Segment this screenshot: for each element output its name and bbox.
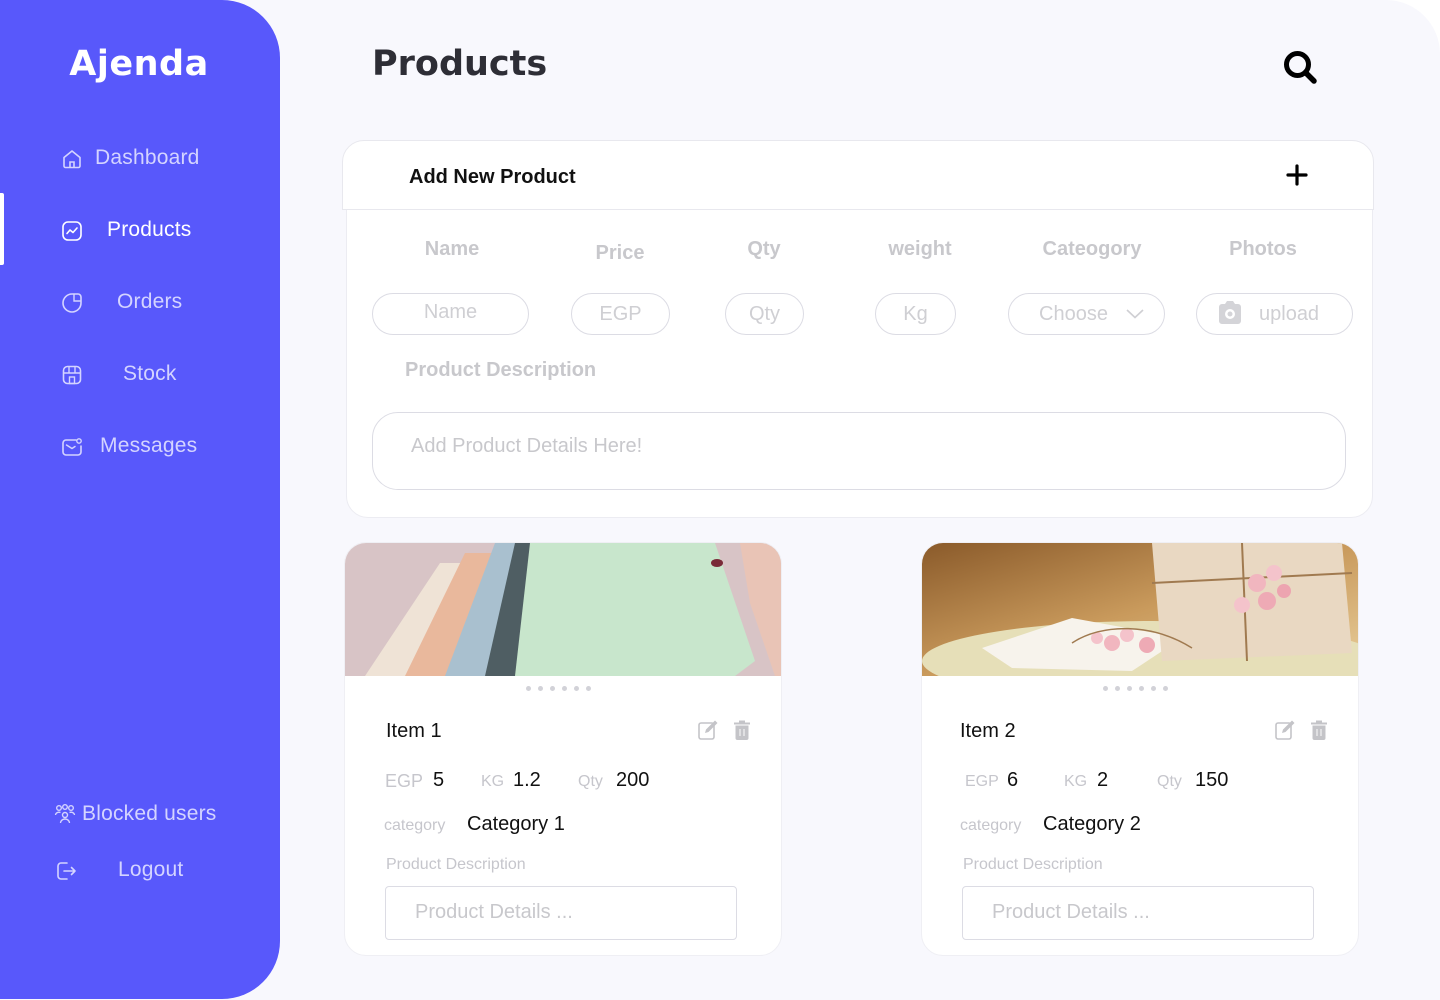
category-label: Cateogory (1042, 238, 1142, 260)
home-icon (63, 150, 81, 169)
sidebar-item-logout[interactable]: Logout (0, 856, 280, 906)
upload-label: upload (1259, 303, 1320, 325)
users-icon (54, 804, 76, 824)
add-product-title: Add New Product (409, 166, 576, 188)
sidebar-item-label: Orders (117, 290, 183, 313)
sidebar-item-label: Products (107, 218, 192, 241)
name-input[interactable]: Name (372, 293, 529, 335)
qty-input[interactable]: Qty (725, 293, 804, 335)
pie-icon (62, 293, 82, 313)
chart-icon (62, 221, 82, 241)
sidebar-item-stock[interactable]: Stock (0, 360, 280, 410)
sidebar-item-label: Messages (100, 434, 198, 457)
upload-button[interactable]: upload (1196, 293, 1353, 335)
product-details-placeholder: Product Details ... (415, 901, 573, 923)
weight-label: weight (888, 238, 952, 260)
weight-value: 1.2 (513, 769, 541, 791)
sidebar-item-label: Blocked users (82, 802, 217, 825)
product-card: Item 1 EGP 5 KG 1.2 Qty 200 category Cat… (344, 542, 782, 956)
sidebar-item-label: Stock (123, 362, 177, 385)
qty-label: Qty (578, 773, 603, 790)
product-card: Item 2 EGP 6 KG 2 Qty 150 category Categ… (921, 542, 1359, 956)
sidebar-item-dashboard[interactable]: Dashboard (0, 144, 280, 194)
sidebar: Ajenda Dashboard Products Orders Stock M… (0, 0, 280, 999)
category-value: Category 2 (1043, 813, 1141, 835)
product-image (922, 543, 1358, 676)
price-value: 5 (433, 769, 445, 791)
image-carousel-dots[interactable] (526, 686, 591, 692)
weight-input[interactable]: Kg (875, 293, 956, 335)
sidebar-item-blocked-users[interactable]: Blocked users (0, 800, 280, 850)
price-unit: EGP (965, 773, 999, 790)
search-icon[interactable] (1280, 47, 1320, 87)
image-carousel-dots[interactable] (1103, 686, 1168, 692)
product-description-placeholder: Add Product Details Here! (411, 435, 643, 457)
sidebar-item-messages[interactable]: Messages (0, 432, 280, 482)
qty-value: 150 (1195, 769, 1229, 791)
qty-value: 200 (616, 769, 650, 791)
product-description-label: Product Description (963, 856, 1103, 873)
trash-icon[interactable] (1308, 719, 1330, 741)
edit-icon[interactable] (1274, 719, 1296, 741)
category-select-value: Choose (1039, 303, 1108, 325)
sidebar-item-products[interactable]: Products (0, 216, 280, 266)
price-unit: EGP (385, 771, 424, 791)
photos-label: Photos (1229, 238, 1297, 260)
camera-icon (1219, 301, 1241, 324)
page-title: Products (372, 44, 548, 84)
product-description-label: Product Description (386, 856, 526, 873)
name-label: Name (424, 238, 480, 260)
plus-icon[interactable] (1283, 161, 1311, 189)
product-name: Item 1 (386, 720, 442, 742)
qty-label: Qty (1157, 773, 1182, 790)
category-label: category (960, 817, 1022, 834)
sidebar-item-label: Logout (118, 858, 184, 881)
product-description-label: Product Description (405, 359, 597, 381)
chevron-down-icon (1126, 309, 1144, 319)
weight-unit: KG (1064, 773, 1088, 790)
category-value: Category 1 (467, 813, 565, 835)
product-image (345, 543, 781, 676)
weight-value: 2 (1097, 769, 1109, 791)
qty-label: Qty (747, 238, 781, 260)
price-label: Price (595, 242, 645, 264)
product-description-input[interactable]: Add Product Details Here! (372, 412, 1346, 490)
price-input[interactable]: EGP (571, 293, 670, 335)
product-details-input[interactable]: Product Details ... (962, 886, 1314, 940)
category-label: category (384, 817, 446, 834)
product-name: Item 2 (960, 720, 1016, 742)
product-details-input[interactable]: Product Details ... (385, 886, 737, 940)
mail-icon (62, 438, 82, 456)
logout-icon (57, 862, 76, 880)
sidebar-item-label: Dashboard (95, 146, 200, 169)
price-value: 6 (1007, 769, 1019, 791)
sidebar-item-orders[interactable]: Orders (0, 288, 280, 338)
trash-icon[interactable] (731, 719, 753, 741)
weight-unit: KG (481, 773, 505, 790)
app-logo: Ajenda (69, 44, 209, 84)
store-icon (62, 365, 82, 385)
product-details-placeholder: Product Details ... (992, 901, 1150, 923)
edit-icon[interactable] (697, 719, 719, 741)
category-select[interactable]: Choose (1008, 293, 1165, 335)
